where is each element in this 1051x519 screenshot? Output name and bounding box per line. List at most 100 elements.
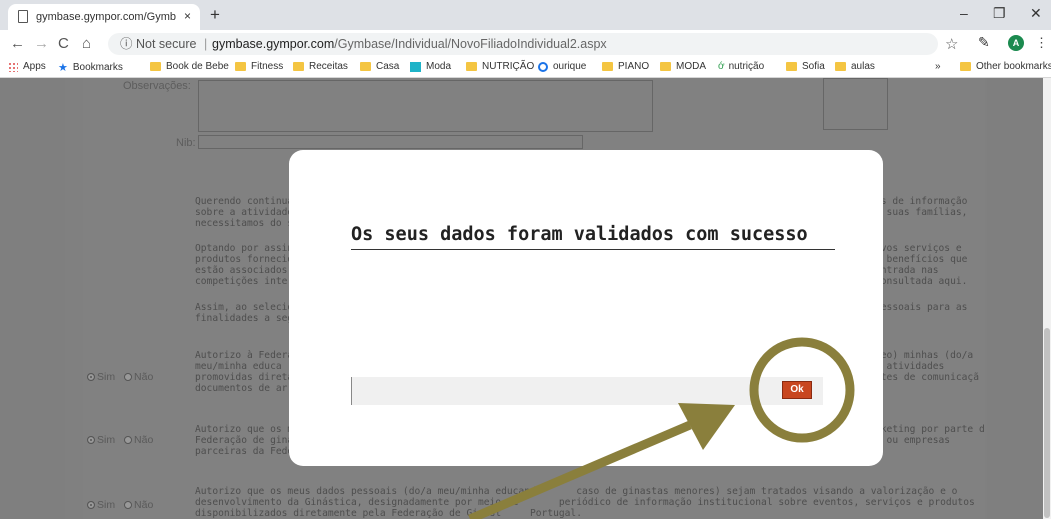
consent-1-text: Autorizo à Federaç meu/minha educa promo… — [195, 350, 299, 394]
back-button[interactable]: ← — [10, 35, 25, 52]
bookmark-label: nutrição — [728, 61, 765, 72]
bookmark-label: NUTRIÇÃO — [482, 61, 535, 72]
other-bookmarks[interactable]: Other bookmarks — [960, 61, 1051, 72]
bookmark-label: Fitness — [251, 61, 284, 72]
consent-1-nao[interactable]: Não — [124, 371, 153, 383]
bookmarks-bar: Apps ★ Bookmarks Book de Bebe Fitness Rec… — [0, 58, 1051, 78]
bookmark-item[interactable]: Sofia — [786, 61, 825, 72]
page-scrollbar[interactable] — [1043, 78, 1051, 519]
photo-box — [823, 78, 888, 130]
bookmark-label: Bookmarks — [72, 62, 123, 73]
bookmark-label: PIANO — [618, 61, 650, 72]
dialog-button-bar — [351, 377, 823, 405]
consent-2-radio-group: Sim Não — [87, 434, 153, 446]
forward-button[interactable]: → — [34, 35, 49, 52]
consent-2-text-end: rketing por parte d s ou empresas — [875, 424, 985, 446]
folder-icon — [293, 62, 304, 71]
close-window-button[interactable]: ✕ — [1030, 5, 1042, 22]
page-icon — [18, 10, 28, 23]
nib-input[interactable] — [198, 135, 583, 149]
bookmark-item[interactable]: ★ Bookmarks — [58, 61, 123, 74]
apps-shortcut[interactable]: Apps — [8, 61, 46, 72]
bookmark-item[interactable]: aulas — [835, 61, 875, 72]
consent-1-radio-group: Sim Não — [87, 371, 153, 383]
bookmark-item[interactable]: NUTRIÇÃO — [466, 61, 534, 72]
sim-label: Sim — [97, 434, 116, 446]
bookmark-item[interactable]: Fitness — [235, 61, 283, 72]
bookmark-item[interactable]: ourique — [538, 61, 586, 72]
scrollbar-thumb[interactable] — [1044, 328, 1050, 518]
url-path: /Gymbase/Individual/NovoFiliadoIndividua… — [334, 37, 607, 51]
radio-empty-icon — [124, 501, 133, 509]
folder-icon — [466, 62, 477, 71]
bookmark-label: ourique — [553, 61, 587, 72]
consent-2-sim[interactable]: Sim — [87, 434, 115, 446]
bookmark-label: Moda — [426, 61, 452, 72]
reload-button[interactable]: C — [58, 35, 69, 52]
consent-2-text: Autorizo que os m Federação de giná parc… — [195, 424, 299, 457]
bookmark-item[interactable]: ớ nutrição — [718, 61, 764, 72]
bookmark-item[interactable]: Moda — [410, 61, 451, 72]
folder-icon — [235, 62, 246, 71]
bookmark-item[interactable]: PIANO — [602, 61, 649, 72]
folder-icon — [660, 62, 671, 71]
radio-empty-icon — [124, 373, 133, 381]
consent-3-sim[interactable]: Sim — [87, 499, 115, 511]
menu-icon[interactable]: ⋮ — [1035, 35, 1048, 51]
consent-1-sim[interactable]: Sim — [87, 371, 115, 383]
bookmark-label: Sofia — [802, 61, 825, 72]
info-icon[interactable]: ⓘ — [120, 33, 133, 55]
new-tab-button[interactable]: + — [210, 5, 220, 25]
bookmark-item[interactable]: MODA — [660, 61, 706, 72]
clock-icon — [538, 61, 548, 72]
profile-avatar[interactable]: A — [1008, 35, 1024, 51]
nao-label: Não — [134, 371, 154, 383]
info-paragraph-1: Querendo continua sobre a atividade nece… — [195, 196, 294, 229]
folder-icon — [360, 62, 371, 71]
bookmark-label: aulas — [851, 61, 875, 72]
bookmark-star-icon[interactable]: ☆ — [945, 35, 958, 53]
extension-icon[interactable]: ✎ — [978, 34, 990, 51]
bookmark-item[interactable]: Book de Bebe — [150, 61, 229, 72]
observacoes-label: Observações: — [123, 80, 191, 92]
url-host: gymbase.gympor.com — [212, 37, 335, 51]
address-separator: | — [204, 37, 208, 51]
folder-icon — [835, 62, 846, 71]
nib-label: Nib: — [176, 137, 196, 149]
minimize-button[interactable]: – — [960, 5, 968, 21]
tab-strip: gymbase.gympor.com/Gymbase × + – ❐ ✕ — [0, 0, 1051, 30]
success-dialog: Os seus dados foram validados com sucess… — [289, 150, 883, 466]
nao-label: Não — [134, 434, 154, 446]
info-paragraph-2: Optando por assin produtos fornecid estã… — [195, 243, 294, 287]
address-bar[interactable]: ⓘ Not secure | gymbase.gympor.com/Gymbas… — [108, 33, 938, 55]
bookmark-label: Casa — [376, 61, 400, 72]
sim-label: Sim — [97, 371, 116, 383]
radio-empty-icon — [124, 436, 133, 444]
folder-icon — [960, 62, 971, 71]
home-button[interactable]: ⌂ — [82, 35, 91, 52]
bookmark-item[interactable]: Casa — [360, 61, 399, 72]
tab-title: gymbase.gympor.com/Gymbase — [36, 11, 176, 23]
consent-1-text-end: deo) minhas (do/a s atividades rtes de c… — [875, 350, 979, 383]
observacoes-textarea[interactable] — [198, 80, 653, 132]
moda-icon — [410, 61, 421, 72]
bookmark-label: Receitas — [309, 61, 348, 72]
consent-3-nao[interactable]: Não — [124, 499, 153, 511]
nao-label: Não — [134, 499, 154, 511]
not-secure-label: Not secure — [136, 37, 197, 51]
info-paragraph-1-end: es de informação e suas famílias, — [875, 196, 968, 218]
browser-tab[interactable]: gymbase.gympor.com/Gymbase × — [8, 4, 200, 30]
folder-icon — [150, 62, 161, 71]
info-paragraph-2-end: ovos serviços e s benefícios que entrada… — [875, 243, 968, 287]
close-tab-icon[interactable]: × — [184, 9, 191, 23]
leaf-icon: ớ — [718, 61, 725, 72]
consent-2-nao[interactable]: Não — [124, 434, 153, 446]
apps-label: Apps — [23, 61, 46, 72]
bookmark-item[interactable]: Receitas — [293, 61, 348, 72]
bookmark-label: MODA — [676, 61, 706, 72]
folder-icon — [786, 62, 797, 71]
ok-button[interactable]: Ok — [782, 381, 812, 399]
bookmarks-overflow[interactable]: » — [935, 61, 941, 72]
maximize-button[interactable]: ❐ — [993, 5, 1006, 22]
radio-selected-icon — [87, 436, 95, 444]
